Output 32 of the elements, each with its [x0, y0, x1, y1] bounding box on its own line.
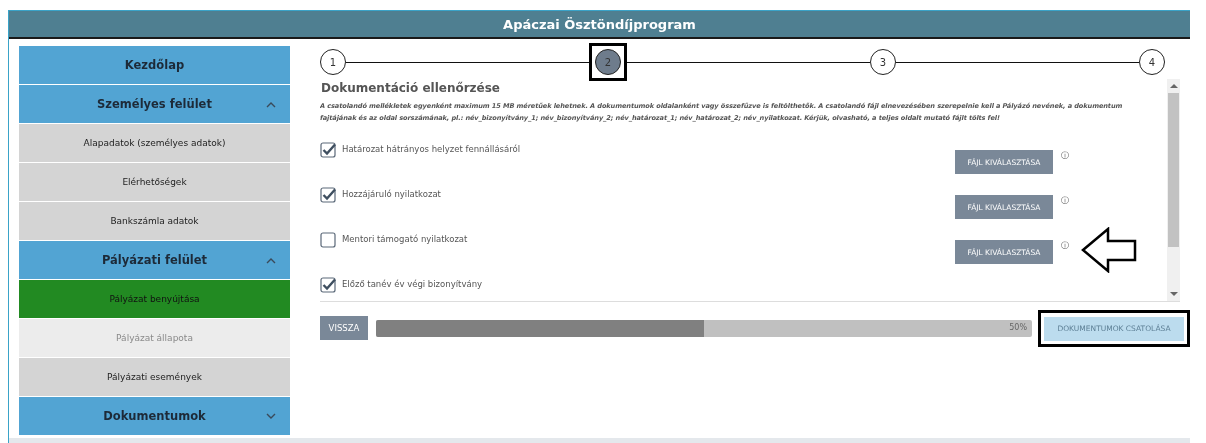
- step-circle[interactable]: 1: [320, 49, 346, 75]
- step-circle[interactable]: 2: [595, 49, 621, 75]
- chevron-icon: [266, 257, 276, 264]
- back-button[interactable]: VISSZA: [320, 316, 368, 341]
- checkbox[interactable]: [320, 232, 336, 248]
- nav-item[interactable]: Alapadatok (személyes adatok): [19, 124, 290, 162]
- info-icon[interactable]: ⓘ: [1061, 240, 1069, 251]
- step-circle[interactable]: 4: [1139, 49, 1165, 75]
- step-circle[interactable]: 3: [870, 49, 896, 75]
- scrollbar[interactable]: [1167, 79, 1180, 301]
- nav-item[interactable]: Pályázat benyújtása: [19, 280, 290, 318]
- chevron-icon: [266, 101, 276, 108]
- document-label: Határozat hátrányos helyzet fennállásáról: [342, 144, 521, 154]
- document-label: Hozzájáruló nyilatkozat: [342, 189, 441, 199]
- nav-item[interactable]: Elérhetőségek: [19, 163, 290, 201]
- nav-item[interactable]: Pályázati események: [19, 358, 290, 396]
- document-label: Mentori támogató nyilatkozat: [342, 234, 468, 244]
- checkbox[interactable]: [320, 142, 336, 158]
- nav-section[interactable]: Személyes felület: [19, 85, 290, 123]
- checkbox[interactable]: [320, 187, 336, 203]
- info-icon[interactable]: ⓘ: [1061, 150, 1069, 161]
- nav-section[interactable]: Dokumentumok: [19, 397, 290, 435]
- progress-reading: 50%: [1009, 322, 1027, 332]
- nav-item[interactable]: Bankszámla adatok: [19, 202, 290, 240]
- app-title: Apáczai Ösztöndíjprogram: [503, 16, 696, 32]
- checkbox[interactable]: [320, 277, 336, 293]
- nav-section[interactable]: Pályázati felület: [19, 241, 290, 279]
- chevron-icon: [266, 413, 276, 420]
- info-icon[interactable]: ⓘ: [1061, 195, 1069, 206]
- document-label: Előző tanév év végi bizonyítvány: [342, 279, 483, 289]
- section-title: Dokumentáció ellenőrzése: [321, 81, 501, 95]
- nav-link[interactable]: Kezdőlap: [19, 46, 290, 84]
